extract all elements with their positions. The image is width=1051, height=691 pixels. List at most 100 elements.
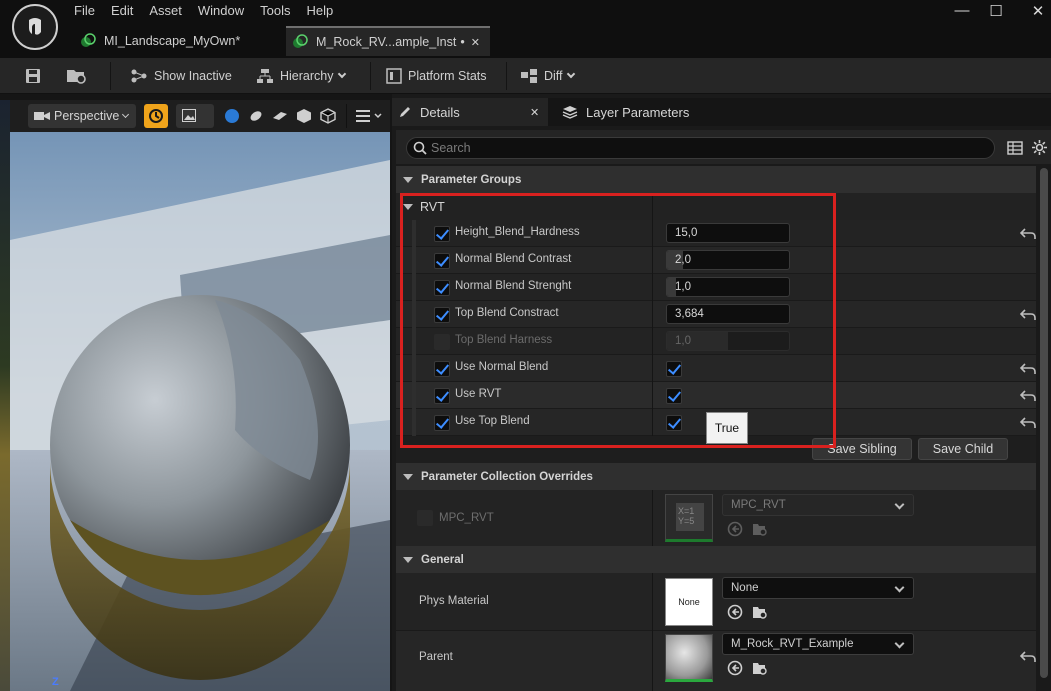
title-bar: File Edit Asset Window Tools Help — ☐ ✕ … [0,0,1051,58]
param-value-field[interactable]: 3,684 [666,304,790,324]
menu-help[interactable]: Help [306,3,333,21]
cylinder-preview-icon[interactable] [248,108,264,124]
maximize-button[interactable]: ☐ [986,2,1006,20]
param-name: Height_Blend_Hardness [455,226,580,238]
viewport-options-button[interactable] [354,108,386,124]
reset-to-default-icon[interactable] [1020,227,1038,241]
param-name: Use RVT [455,388,502,400]
settings-gear-icon[interactable] [1031,139,1048,156]
browse-button[interactable] [66,64,94,88]
use-selected-asset-icon[interactable] [727,604,743,620]
left-edge-panel [0,100,10,691]
reset-to-default-icon[interactable] [1020,416,1038,430]
chevron-down-icon [122,110,130,119]
phys-material-label: Phys Material [419,595,489,607]
param-value-checkbox[interactable] [666,388,682,404]
save-button[interactable] [24,64,48,88]
param-enable-checkbox[interactable] [434,226,450,242]
rvt-group-header[interactable]: RVT [396,193,1036,220]
param-enable-checkbox[interactable] [434,253,450,269]
diff-button[interactable]: Diff [520,64,575,88]
chevron-down-icon [566,69,575,79]
param-enable-checkbox[interactable] [434,415,450,431]
sphere-preview-icon[interactable] [224,108,240,124]
show-inactive-button[interactable]: Show Inactive [130,64,232,88]
parameter-groups-header[interactable]: Parameter Groups [396,166,1036,193]
platform-stats-button[interactable]: Platform Stats [386,64,487,88]
use-selected-asset-icon[interactable] [727,660,743,676]
plane-preview-icon[interactable] [272,108,288,124]
main-menu: File Edit Asset Window Tools Help [66,3,341,21]
perspective-button[interactable]: Perspective [28,104,136,128]
param-enable-checkbox[interactable] [434,361,450,377]
preview-scene-image [10,100,390,691]
mpc-name: MPC_RVT [439,512,494,524]
unreal-logo-icon[interactable] [12,4,58,50]
platform-stats-label: Platform Stats [408,69,487,83]
save-sibling-button[interactable]: Save Sibling [812,438,912,460]
collection-overrides-header[interactable]: Parameter Collection Overrides [396,463,1036,490]
mpc-thumbnail[interactable]: X=1 Y=5 [665,494,713,542]
realtime-icon [149,109,163,123]
menu-file[interactable]: File [74,3,95,21]
param-enable-checkbox[interactable] [434,280,450,296]
details-scrollbar[interactable] [1040,168,1048,678]
search-box[interactable] [406,137,995,159]
realtime-toggle-button[interactable] [144,104,168,128]
tab-m-rock-rvt[interactable]: M_Rock_RV...ample_Inst • ✕ [286,26,490,56]
phys-material-thumbnail[interactable]: None [665,578,713,626]
minimize-button[interactable]: — [952,2,972,19]
param-value-field[interactable]: 15,0 [666,223,790,243]
param-name: Use Normal Blend [455,361,549,373]
param-row-height-blend-hardness: Height_Blend_Hardness 15,0 [396,220,1036,247]
reset-to-default-icon[interactable] [1020,650,1038,664]
tab-details[interactable]: Details ✕ [392,98,548,126]
parent-row [396,631,1036,691]
close-tab-icon[interactable]: ✕ [471,36,480,49]
tab-layer-parameters-label: Layer Parameters [586,104,690,120]
param-name: Top Blend Harness [455,334,553,346]
axis-indicator-z: Z [52,676,59,688]
value-tooltip: True [706,412,748,444]
material-preview-viewport[interactable] [10,100,390,691]
mpc-thumbnail-text: X=1 Y=5 [676,503,704,531]
reset-to-default-icon[interactable] [1020,389,1038,403]
phys-material-combo[interactable]: None [722,577,914,599]
parent-material-thumbnail[interactable] [665,634,713,682]
close-window-button[interactable]: ✕ [1028,2,1048,20]
menu-asset[interactable]: Asset [149,3,182,21]
save-child-button[interactable]: Save Child [918,438,1008,460]
browse-folder-icon [67,70,86,84]
param-value-field[interactable]: 1,0 [666,277,790,297]
browse-asset-icon[interactable] [752,660,768,676]
mpc-enable-checkbox[interactable] [417,510,433,526]
tab-label: M_Rock_RV...ample_Inst [316,35,457,49]
reset-to-default-icon[interactable] [1020,362,1038,376]
search-input[interactable] [431,140,971,156]
close-details-tab-icon[interactable]: ✕ [530,106,539,119]
hierarchy-button[interactable]: Hierarchy [256,64,346,88]
browse-asset-icon[interactable] [752,604,768,620]
cube-preview-icon[interactable] [296,108,312,124]
menu-edit[interactable]: Edit [111,3,133,21]
param-value-checkbox[interactable] [666,415,682,431]
layers-icon [562,106,578,119]
table-view-icon[interactable] [1007,140,1023,156]
reset-to-default-icon[interactable] [1020,308,1038,322]
chevron-down-icon [337,69,346,79]
custom-mesh-preview-icon[interactable] [320,108,336,124]
menu-tools[interactable]: Tools [260,3,290,21]
param-enable-checkbox[interactable] [434,388,450,404]
tab-layer-parameters[interactable]: Layer Parameters [554,98,714,126]
param-value-field[interactable]: 2,0 [666,250,790,270]
parent-combo[interactable]: M_Rock_RVT_Example [722,633,914,655]
menu-window[interactable]: Window [198,3,244,21]
view-mode-button[interactable] [176,104,214,128]
tab-mi-landscape[interactable]: MI_Landscape_MyOwn* [74,26,284,56]
param-value-checkbox[interactable] [666,361,682,377]
param-value: 3,684 [675,308,704,320]
general-header[interactable]: General [396,546,1036,573]
collapse-arrow-icon [403,176,413,183]
param-enable-checkbox[interactable] [434,334,450,350]
param-enable-checkbox[interactable] [434,307,450,323]
